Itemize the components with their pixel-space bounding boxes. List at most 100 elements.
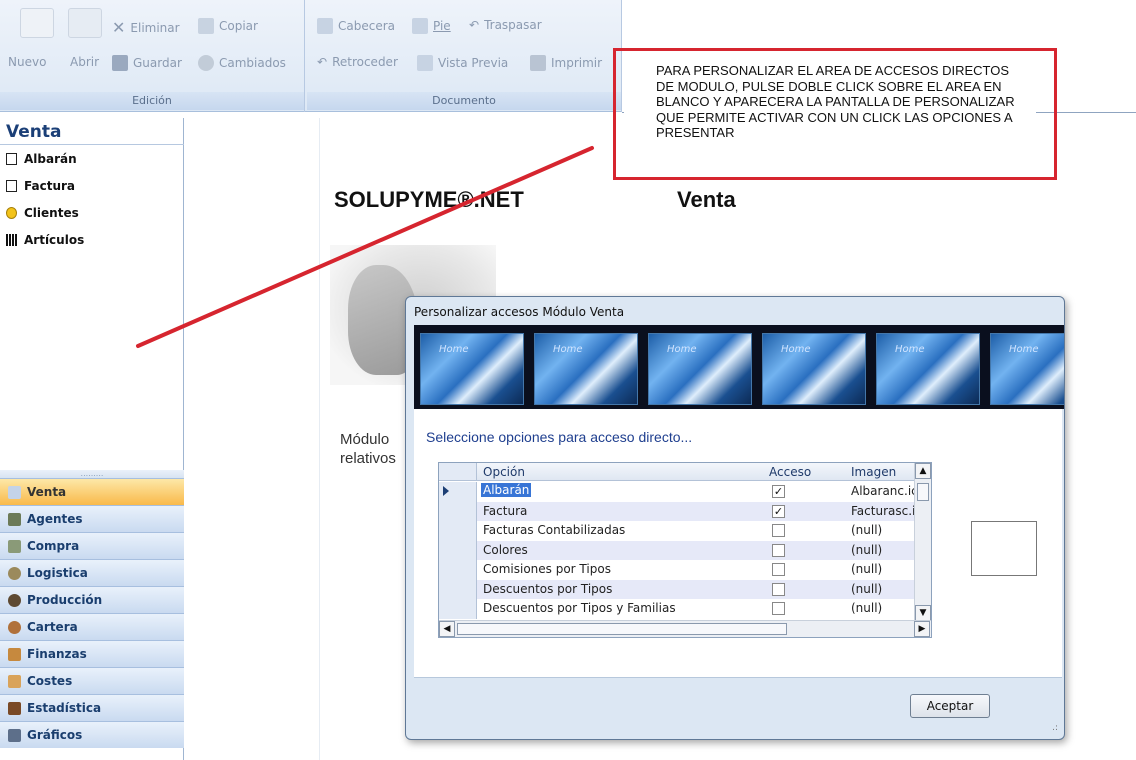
eliminar-label: Eliminar bbox=[130, 20, 180, 35]
table-row[interactable]: Albarán ✓ Albaranc.ico bbox=[439, 482, 925, 502]
vertical-scrollbar[interactable]: ▲ ▼ bbox=[914, 463, 931, 621]
cell-opcion[interactable]: Comisiones por Tipos bbox=[483, 562, 611, 576]
module-description: Módulo relativos bbox=[340, 430, 396, 468]
module-graficos[interactable]: Gráficos bbox=[0, 721, 184, 748]
cell-opcion[interactable]: Facturas Contabilizadas bbox=[483, 523, 625, 537]
shortcut-label: Albarán bbox=[24, 152, 77, 166]
acceso-checkbox[interactable] bbox=[772, 582, 785, 596]
accept-button[interactable]: Aceptar bbox=[910, 694, 990, 718]
row-header bbox=[439, 501, 477, 521]
scroll-up-icon[interactable]: ▲ bbox=[915, 463, 931, 479]
cell-opcion[interactable]: Descuentos por Tipos bbox=[483, 582, 612, 596]
acceso-checkbox[interactable]: ✓ bbox=[772, 485, 785, 498]
dialog-footer: Aceptar .: bbox=[414, 677, 1062, 737]
acceso-checkbox[interactable]: ✓ bbox=[772, 504, 785, 518]
cell-opcion[interactable]: Descuentos por Tipos y Familias bbox=[483, 601, 676, 615]
callout-background: PARA PERSONALIZAR EL AREA DE ACCESOS DIR… bbox=[624, 55, 1036, 171]
column-imagen[interactable]: Imagen bbox=[851, 465, 896, 479]
copiar-button[interactable]: Copiar bbox=[198, 18, 258, 34]
scroll-down-icon[interactable]: ▼ bbox=[915, 605, 931, 621]
guardar-button[interactable]: Guardar bbox=[112, 55, 182, 71]
table-row[interactable]: Comisiones por Tipos (null) bbox=[439, 560, 915, 580]
module-produccion[interactable]: Producción bbox=[0, 586, 184, 613]
shortcut-blank-area[interactable] bbox=[186, 118, 320, 760]
column-opcion[interactable]: Opción bbox=[483, 465, 525, 479]
module-finanzas[interactable]: Finanzas bbox=[0, 640, 184, 667]
new-document-icon bbox=[20, 8, 54, 38]
cell-imagen[interactable]: (null) bbox=[851, 562, 882, 576]
horizontal-scrollbar[interactable]: ◀ ▶ bbox=[439, 620, 931, 637]
cabecera-button[interactable]: Cabecera bbox=[317, 18, 395, 34]
module-venta[interactable]: Venta bbox=[0, 478, 184, 505]
pie-label: Pie bbox=[433, 19, 451, 33]
invoice-icon bbox=[6, 180, 17, 192]
banner-tile: Home bbox=[534, 333, 638, 405]
vertical-scroll-thumb[interactable] bbox=[917, 483, 929, 501]
retroceder-button[interactable]: ↶ Retroceder bbox=[317, 55, 398, 69]
cell-imagen[interactable]: (null) bbox=[851, 582, 882, 596]
module-label: Cartera bbox=[27, 620, 78, 634]
scroll-left-icon[interactable]: ◀ bbox=[439, 621, 455, 637]
horizontal-scroll-thumb[interactable] bbox=[457, 623, 787, 635]
banner-tile: Home bbox=[420, 333, 524, 405]
module-logistica[interactable]: Logistica bbox=[0, 559, 184, 586]
cell-imagen[interactable]: (null) bbox=[851, 543, 882, 557]
eliminar-button[interactable]: ✕ Eliminar bbox=[112, 18, 180, 37]
imprimir-button[interactable]: Imprimir bbox=[530, 55, 602, 71]
grid-corner bbox=[439, 463, 477, 480]
banner-text: Home bbox=[439, 344, 469, 355]
module-cartera[interactable]: Cartera bbox=[0, 613, 184, 640]
copiar-label: Copiar bbox=[219, 19, 258, 33]
module-compra[interactable]: Compra bbox=[0, 532, 184, 559]
shortcut-label: Factura bbox=[24, 179, 75, 193]
options-grid[interactable]: Opción Acceso Imagen Albarán ✓ Albaranc.… bbox=[438, 462, 932, 638]
acceso-checkbox[interactable] bbox=[772, 543, 785, 557]
scroll-right-icon[interactable]: ▶ bbox=[914, 621, 930, 637]
traspasar-button[interactable]: ↶ Traspasar bbox=[469, 18, 542, 32]
module-estadistica[interactable]: Estadística bbox=[0, 694, 184, 721]
cambiados-label: Cambiados bbox=[219, 56, 286, 70]
cambiados-button[interactable]: Cambiados bbox=[198, 55, 286, 71]
row-header bbox=[439, 579, 477, 599]
shortcut-clientes[interactable]: Clientes bbox=[6, 206, 79, 220]
module-costes[interactable]: Costes bbox=[0, 667, 184, 694]
cell-opcion[interactable]: Factura bbox=[483, 504, 527, 518]
vista-previa-button[interactable]: Vista Previa bbox=[417, 55, 508, 71]
table-row[interactable]: Descuentos por Tipos y Familias (null) bbox=[439, 599, 915, 619]
table-row[interactable]: Descuentos por Tipos (null) bbox=[439, 579, 915, 599]
module-label: Costes bbox=[27, 674, 73, 688]
module-title: Venta bbox=[677, 187, 736, 212]
shortcut-articulos[interactable]: Artículos bbox=[6, 233, 84, 247]
abrir-button[interactable]: Abrir bbox=[70, 55, 99, 69]
resize-grip-icon[interactable]: .: bbox=[1052, 724, 1058, 733]
cell-imagen[interactable]: (null) bbox=[851, 523, 882, 537]
banner-tile: Home bbox=[990, 333, 1064, 405]
acceso-checkbox[interactable] bbox=[772, 524, 785, 537]
acceso-checkbox[interactable] bbox=[772, 563, 785, 576]
nav-splitter[interactable]: ......... bbox=[0, 470, 184, 478]
transfer-icon: ↶ bbox=[469, 18, 480, 32]
finanzas-icon bbox=[8, 647, 21, 661]
column-acceso[interactable]: Acceso bbox=[769, 465, 811, 479]
cell-imagen[interactable]: (null) bbox=[851, 601, 882, 615]
retroceder-label: Retroceder bbox=[332, 55, 398, 69]
shortcut-factura[interactable]: Factura bbox=[6, 179, 75, 193]
module-label: Agentes bbox=[27, 512, 83, 526]
table-row[interactable]: Colores (null) bbox=[439, 540, 915, 560]
module-agentes[interactable]: Agentes bbox=[0, 505, 184, 532]
module-label: Gráficos bbox=[27, 728, 83, 742]
cell-opcion[interactable]: Albarán bbox=[481, 483, 532, 497]
table-row[interactable]: Factura ✓ Facturasc.ico bbox=[439, 501, 929, 521]
module-label: Venta bbox=[27, 485, 67, 499]
navigation-pane: Venta Albarán Factura Clientes Artículos… bbox=[0, 118, 184, 760]
table-row[interactable]: Facturas Contabilizadas (null) bbox=[439, 521, 915, 541]
banner-text: Home bbox=[1009, 344, 1039, 355]
acceso-checkbox[interactable] bbox=[772, 602, 785, 615]
banner-text: Home bbox=[667, 344, 697, 355]
ribbon-group-label-edicion: Edición bbox=[0, 92, 304, 110]
pie-button[interactable]: Pie bbox=[412, 18, 451, 34]
nuevo-button[interactable]: Nuevo bbox=[8, 55, 46, 69]
callout-text: PARA PERSONALIZAR EL AREA DE ACCESOS DIR… bbox=[656, 63, 1015, 140]
shortcut-albaran[interactable]: Albarán bbox=[6, 152, 77, 166]
cell-opcion[interactable]: Colores bbox=[483, 543, 528, 557]
